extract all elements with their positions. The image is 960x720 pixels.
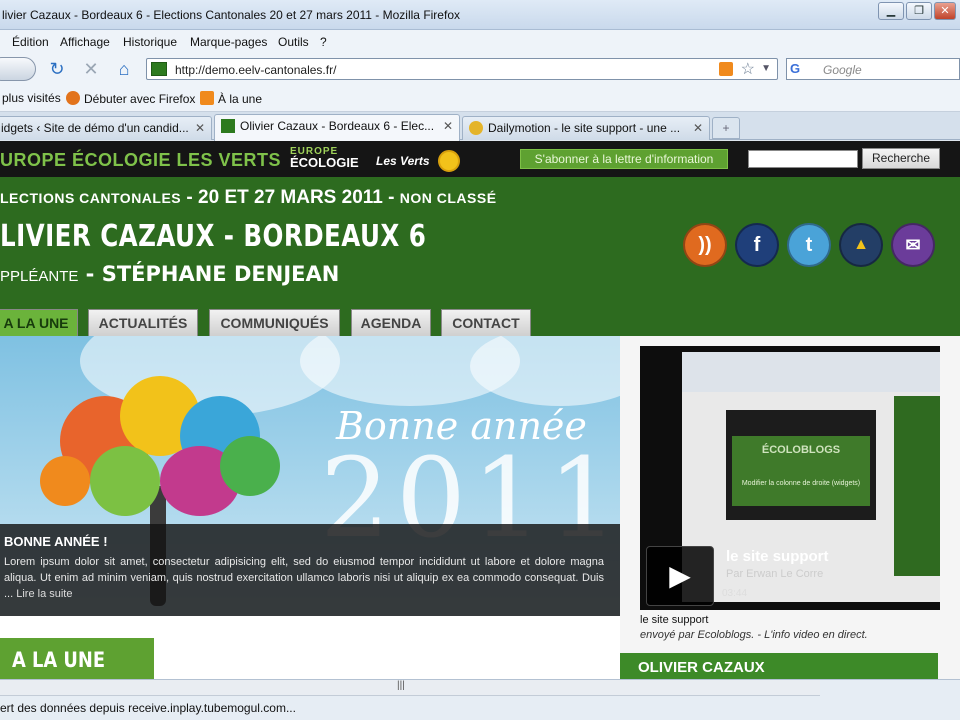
video-inner-brand: ÉCOLOBLOGS: [761, 444, 841, 456]
menu-edit[interactable]: Édition: [12, 35, 49, 49]
tab-contact[interactable]: CONTACT: [441, 309, 531, 336]
tab-widgets[interactable]: idgets ‹ Site de démo d'un candid... ✕: [0, 116, 212, 140]
video-caption-title[interactable]: le site support: [640, 614, 708, 626]
site-top-strip: UROPE ÉCOLOGIE LES VERTS EUROPE ÉCOLOGIE…: [0, 141, 960, 177]
search-box[interactable]: G Google: [786, 58, 960, 80]
menu-view[interactable]: Affichage: [60, 35, 110, 49]
menu-bar: Édition Affichage Historique Marque-page…: [0, 30, 960, 54]
main-content: Bonne année 2011 BONNE ANNÉE ! Lorem ips…: [0, 336, 620, 679]
tab-olivier-cazaux[interactable]: Olivier Cazaux - Bordeaux 6 - Elec... ✕: [214, 114, 460, 141]
minimize-button[interactable]: ▁: [878, 2, 904, 20]
mail-icon[interactable]: ✉: [891, 223, 935, 267]
close-tab-icon[interactable]: ✕: [195, 117, 205, 139]
video-browser-chrome: [682, 352, 940, 392]
site-search-input[interactable]: [748, 150, 858, 168]
close-button[interactable]: ✕: [934, 2, 956, 20]
feature-body: Lorem ipsum dolor sit amet, consectetur …: [4, 556, 604, 600]
newsletter-subscribe-button[interactable]: S'abonner à la lettre d'information: [520, 149, 728, 169]
tab-agenda[interactable]: AGENDA: [351, 309, 431, 336]
window-titlebar: livier Cazaux - Bordeaux 6 - Elections C…: [0, 0, 960, 30]
flower-shape: [90, 446, 160, 516]
feature-banner[interactable]: Bonne année 2011 BONNE ANNÉE ! Lorem ips…: [0, 336, 620, 616]
election-line: LECTIONS CANTONALES - 20 ET 27 MARS 2011…: [0, 187, 497, 208]
menu-bookmarks[interactable]: Marque-pages: [190, 35, 267, 49]
address-url: http://demo.eelv-cantonales.fr/: [175, 63, 337, 77]
video-caption-source: envoyé par Ecoloblogs. - L'info video en…: [640, 629, 868, 641]
stop-icon[interactable]: ✕: [80, 58, 102, 80]
reload-icon[interactable]: ↻: [46, 58, 68, 80]
candidate-title: LIVIER CAZAUX - BORDEAUX 6: [0, 219, 427, 254]
history-dropdown-icon[interactable]: ▼: [761, 63, 771, 74]
tab-actualites[interactable]: ACTUALITÉS: [88, 309, 198, 336]
tab-dailymotion[interactable]: Dailymotion - le site support - une ... ✕: [462, 116, 710, 140]
video-panel: ÉCOLOBLOGS Modifier la colonne de droite…: [726, 410, 876, 520]
menu-history[interactable]: Historique: [123, 35, 177, 49]
horizontal-scrollbar[interactable]: |||: [0, 680, 820, 696]
flower-shape: [220, 436, 280, 496]
rss-social-icon[interactable]: )): [683, 223, 727, 267]
video-title[interactable]: le site support: [726, 548, 829, 565]
menu-tools[interactable]: Outils: [278, 35, 309, 49]
substitute-line: PPLÉANTE - STÉPHANE DENJEAN: [0, 262, 340, 286]
search-placeholder: Google: [823, 63, 862, 77]
close-tab-icon[interactable]: ✕: [443, 115, 453, 137]
section-heading: A LA UNE: [0, 638, 154, 679]
eelv-logo[interactable]: EUROPE ÉCOLOGIE Les Verts: [290, 146, 460, 172]
close-tab-icon[interactable]: ✕: [693, 117, 703, 139]
loading-icon: [469, 121, 483, 135]
video-inner-text: Modifier la colonne de droite (widgets): [741, 480, 861, 487]
site-favicon: [221, 119, 235, 133]
menu-help[interactable]: ?: [320, 35, 327, 49]
rss-icon: [200, 91, 214, 105]
tab-communiques[interactable]: COMMUNIQUÉS: [209, 309, 340, 336]
flower-shape: [40, 456, 90, 506]
site-favicon: [151, 62, 167, 76]
video-side-column: [894, 396, 940, 576]
tab-bar: idgets ‹ Site de démo d'un candid... ✕ Ol…: [0, 112, 960, 141]
web-page: UROPE ÉCOLOGIE LES VERTS EUROPE ÉCOLOGIE…: [0, 141, 960, 679]
video-duration: 03:44: [722, 588, 748, 599]
bookmark-most-visited[interactable]: plus visités: [2, 91, 61, 105]
video-author: Par Erwan Le Corre: [726, 568, 824, 580]
facebook-icon[interactable]: f: [735, 223, 779, 267]
video-player[interactable]: ÉCOLOBLOGS Modifier la colonne de droite…: [640, 346, 940, 610]
ecolo-icon[interactable]: ▲: [839, 223, 883, 267]
sidebar: ÉCOLOBLOGS Modifier la colonne de droite…: [620, 336, 960, 679]
window-controls: ▁ ❐ ✕: [878, 2, 956, 20]
firefox-icon: [66, 91, 80, 105]
bookmarks-toolbar: plus visités Débuter avec Firefox À la u…: [0, 84, 960, 112]
maximize-button[interactable]: ❐: [906, 2, 932, 20]
status-text: ert des données depuis receive.inplay.tu…: [0, 701, 296, 715]
sunflower-icon: [438, 150, 460, 172]
sidebar-heading: OLIVIER CAZAUX: [620, 653, 938, 679]
address-bar[interactable]: http://demo.eelv-cantonales.fr/ ☆ ▼: [146, 58, 778, 80]
status-bar: ||| ert des données depuis receive.inpla…: [0, 679, 960, 720]
twitter-icon[interactable]: t: [787, 223, 831, 267]
video-green-box: ÉCOLOBLOGS Modifier la colonne de droite…: [732, 436, 870, 506]
back-forward-button[interactable]: [0, 57, 36, 81]
site-search-button[interactable]: Recherche: [862, 148, 940, 169]
navigation-toolbar: ↻ ✕ ⌂ http://demo.eelv-cantonales.fr/ ☆ …: [0, 54, 960, 84]
scrollbar-grip[interactable]: |||: [397, 680, 405, 691]
read-more-link[interactable]: Lire la suite: [16, 588, 72, 600]
bookmark-headlines[interactable]: À la une: [200, 91, 262, 106]
search-engine-icon[interactable]: G: [790, 61, 806, 77]
bookmark-getting-started[interactable]: Débuter avec Firefox: [66, 91, 195, 106]
play-button[interactable]: ▶: [646, 546, 714, 606]
site-brand[interactable]: UROPE ÉCOLOGIE LES VERTS: [0, 150, 281, 171]
home-icon[interactable]: ⌂: [113, 58, 135, 80]
tab-a-la-une[interactable]: A LA UNE: [0, 309, 78, 336]
cloud-shape: [470, 336, 620, 406]
rss-feed-icon[interactable]: [719, 62, 733, 76]
feature-caption: BONNE ANNÉE ! Lorem ipsum dolor sit amet…: [0, 524, 620, 616]
new-tab-button[interactable]: +: [712, 117, 740, 139]
window-title: livier Cazaux - Bordeaux 6 - Elections C…: [2, 8, 460, 22]
feature-headline[interactable]: BONNE ANNÉE !: [4, 534, 108, 549]
bookmark-star-icon[interactable]: ☆: [741, 59, 755, 79]
